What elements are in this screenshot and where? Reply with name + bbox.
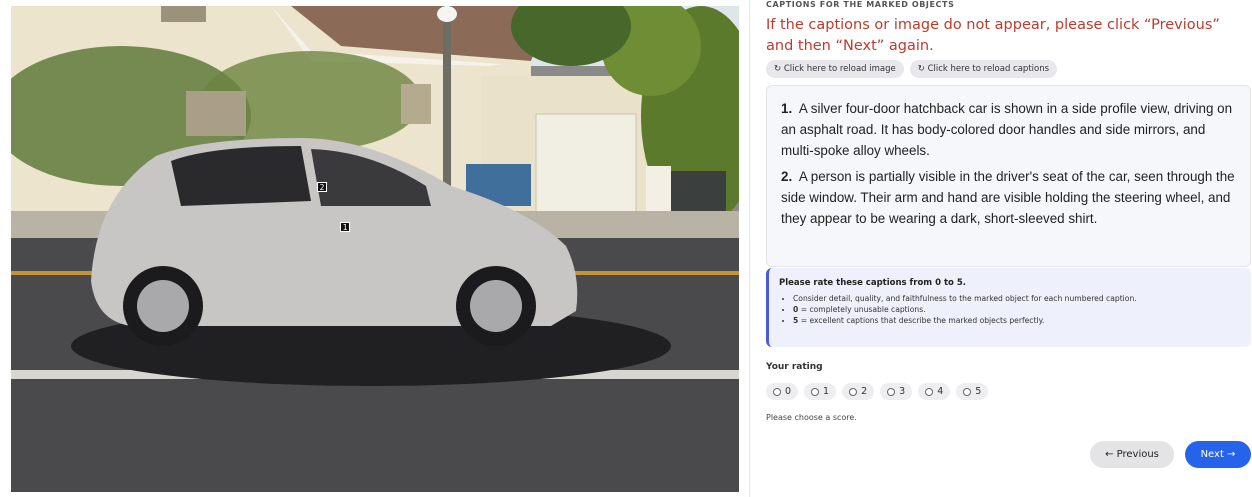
marker-2: 2 — [317, 182, 327, 192]
captions-box: 1. A silver four-door hatchback car is s… — [766, 85, 1251, 267]
radio-icon[interactable] — [925, 387, 934, 396]
instruction-text: = completely unusable captions. — [798, 305, 926, 314]
instruction-text: Consider detail, quality, and faithfulne… — [793, 294, 1137, 303]
rating-option-label: 3 — [899, 386, 906, 397]
rating-label: Your rating — [766, 362, 823, 372]
rating-option-label: 1 — [823, 386, 830, 397]
car-photo-illustration — [11, 6, 739, 492]
rating-option-label: 4 — [937, 386, 944, 397]
instruction-item: 5 = excellent captions that describe the… — [793, 315, 1241, 326]
caption-text: A person is partially visible in the dri… — [781, 169, 1235, 226]
instruction-text: = excellent captions that describe the m… — [798, 316, 1045, 325]
rating-option-3[interactable]: 3 — [880, 383, 913, 400]
rating-option-label: 0 — [785, 386, 792, 397]
radio-icon[interactable] — [963, 387, 972, 396]
previous-button[interactable]: ← Previous — [1090, 441, 1174, 468]
section-label: CAPTIONS FOR THE MARKED OBJECTS — [766, 0, 955, 9]
reload-image-button[interactable]: ↻ Click here to reload image — [766, 60, 904, 78]
rating-option-2[interactable]: 2 — [842, 383, 875, 400]
next-button[interactable]: Next → — [1185, 441, 1251, 468]
rating-instructions-title: Please rate these captions from 0 to 5. — [779, 278, 966, 288]
caption-text: A silver four-door hatchback car is show… — [781, 101, 1233, 158]
instruction-item: Consider detail, quality, and faithfulne… — [793, 293, 1241, 304]
image-panel: 1 2 — [0, 0, 750, 497]
rating-options: 0 1 2 3 4 5 — [766, 383, 989, 400]
caption-review-panel: CAPTIONS FOR THE MARKED OBJECTS If the c… — [766, 0, 1252, 497]
reload-captions-button[interactable]: ↻ Click here to reload captions — [909, 60, 1058, 78]
radio-icon[interactable] — [811, 387, 820, 396]
caption-item: 2. A person is partially visible in the … — [781, 166, 1236, 229]
radio-icon[interactable] — [773, 387, 781, 396]
marker-1: 1 — [340, 222, 350, 232]
rating-option-5[interactable]: 5 — [956, 383, 989, 400]
rating-option-0[interactable]: 0 — [766, 383, 799, 400]
validation-message: Please choose a score. — [766, 413, 857, 422]
reload-warning: If the captions or image do not appear, … — [766, 17, 1220, 54]
caption-item: 1. A silver four-door hatchback car is s… — [781, 98, 1236, 161]
rating-option-label: 2 — [861, 386, 868, 397]
reload-buttons: ↻ Click here to reload image ↻ Click her… — [766, 60, 1058, 78]
caption-number: 2. — [781, 169, 793, 184]
rating-instructions-list: Consider detail, quality, and faithfulne… — [779, 293, 1241, 326]
rating-option-1[interactable]: 1 — [804, 383, 837, 400]
scene-photo: 1 2 — [11, 6, 739, 492]
rating-instructions: Please rate these captions from 0 to 5. … — [766, 268, 1251, 347]
caption-number: 1. — [781, 101, 793, 116]
radio-icon[interactable] — [849, 387, 858, 396]
rating-option-label: 5 — [975, 386, 982, 397]
rating-option-4[interactable]: 4 — [918, 383, 951, 400]
instruction-item: 0 = completely unusable captions. — [793, 304, 1241, 315]
radio-icon[interactable] — [887, 387, 896, 396]
